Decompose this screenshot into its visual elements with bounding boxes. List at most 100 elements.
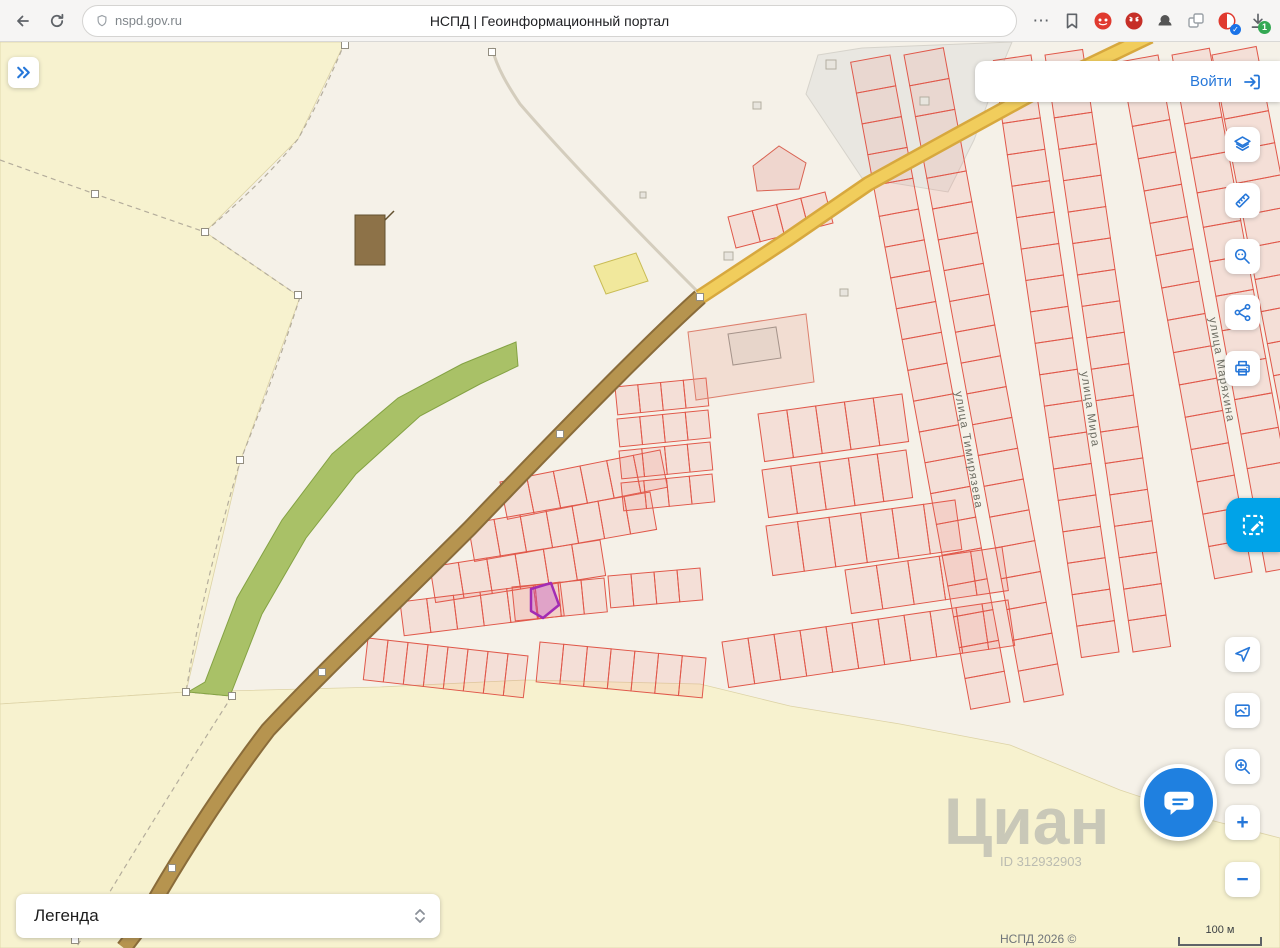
parcel (1090, 363, 1135, 402)
parcel (1109, 488, 1153, 527)
zoom-in-button[interactable]: + (1225, 805, 1260, 840)
parcel (1076, 268, 1121, 307)
download-icon[interactable]: 1 (1244, 7, 1272, 35)
parcel (641, 445, 668, 478)
measure-button[interactable] (1225, 183, 1260, 218)
parcel (426, 594, 459, 633)
parcel (616, 416, 644, 448)
parcel (1034, 337, 1078, 376)
vertex-marker (168, 864, 176, 872)
shield-icon (97, 14, 107, 26)
vertex-marker (341, 42, 349, 49)
parcel (1234, 392, 1279, 435)
check-badge: ✓ (1230, 23, 1241, 35)
parcel (1240, 426, 1280, 470)
locate-button[interactable] (1225, 637, 1260, 672)
parcel (637, 381, 664, 414)
back-icon[interactable] (8, 6, 38, 36)
parcel (1095, 394, 1139, 433)
print-button[interactable] (1225, 351, 1260, 386)
parcel (639, 413, 666, 446)
parcel (684, 409, 712, 441)
area-search-button[interactable] (1225, 749, 1260, 784)
parcel (1053, 462, 1097, 502)
parcel (1066, 557, 1111, 596)
parcel (677, 655, 707, 699)
site-info[interactable]: nspd.gov.ru (95, 13, 182, 28)
parcel (1081, 300, 1125, 339)
extension-icon-4[interactable] (1182, 7, 1210, 35)
parcel (607, 573, 635, 609)
zoom-out-button[interactable]: − (1225, 862, 1260, 897)
share-button[interactable] (1225, 295, 1260, 330)
building-brown (354, 214, 386, 266)
vertex-marker (294, 291, 302, 299)
more-icon[interactable]: ⋯ (1027, 7, 1055, 35)
extension-icon-3[interactable] (1151, 7, 1179, 35)
ruler-icon (1235, 193, 1250, 208)
sidebar-expand-button[interactable] (8, 57, 39, 88)
chat-bubble-icon (1163, 791, 1194, 815)
map-container: Циан ID 312932903 улица Тимирязева улица… (0, 42, 1280, 948)
image-icon (1235, 704, 1250, 717)
vertex-marker (696, 293, 704, 301)
screenshot-button[interactable] (1225, 693, 1260, 728)
parcel (1057, 494, 1102, 533)
address-bar[interactable]: nspd.gov.ru НСПД | Геоинформационный пор… (82, 4, 1017, 37)
parcel (654, 652, 683, 697)
parcel (676, 567, 704, 603)
double-chevron-right-icon (17, 66, 30, 79)
map-canvas[interactable]: Циан ID 312932903 улица Тимирязева улица… (0, 42, 1280, 948)
parcel (643, 477, 670, 510)
parcel (1113, 520, 1158, 559)
unfold-icon[interactable] (412, 906, 428, 926)
parcel (1071, 588, 1115, 627)
parcel (583, 646, 612, 690)
plus-icon: + (1236, 811, 1249, 834)
legend-bar[interactable]: Легенда (16, 894, 440, 938)
login-panel[interactable]: Войти (975, 61, 1280, 102)
extension-icon-5[interactable]: ✓ (1213, 7, 1241, 35)
parcel (580, 577, 608, 615)
draw-polygon-icon (1242, 514, 1264, 536)
parcel (665, 475, 693, 507)
layers-icon (1234, 136, 1251, 151)
parcel (618, 448, 646, 480)
parcel (1002, 117, 1046, 156)
parcel (620, 480, 648, 512)
parcel (1104, 457, 1149, 496)
scale-line (1178, 937, 1262, 946)
vertex-marker (318, 668, 326, 676)
page-title: НСПД | Геоинформационный портал (429, 12, 670, 29)
extension-icon-1[interactable] (1089, 7, 1117, 35)
watermark: Циан (944, 784, 1109, 858)
reload-icon[interactable] (42, 6, 72, 36)
draw-tool-button-active[interactable] (1226, 498, 1280, 552)
layers-button[interactable] (1225, 127, 1260, 162)
parcel (653, 569, 681, 605)
download-badge: 1 (1258, 20, 1271, 34)
print-icon (1235, 360, 1250, 376)
object-search-button[interactable] (1225, 239, 1260, 274)
vertex-marker (556, 430, 564, 438)
parcel (452, 591, 485, 630)
parcel (1086, 331, 1130, 370)
chat-button[interactable] (1140, 764, 1217, 841)
parcel (1043, 400, 1088, 439)
parcel (630, 650, 660, 694)
parcel (1048, 431, 1092, 470)
parcel (1100, 425, 1144, 465)
parcel (1123, 583, 1167, 622)
building (752, 101, 762, 110)
bookmark-icon[interactable] (1058, 7, 1086, 35)
parcel (1029, 305, 1074, 344)
parcel (1006, 148, 1051, 187)
parcel (1020, 242, 1064, 282)
parcel (1017, 663, 1064, 703)
share-icon (1234, 303, 1251, 322)
extension-icon-2[interactable] (1120, 7, 1148, 35)
vertex-marker (488, 48, 496, 56)
parcel (686, 441, 714, 473)
vertex-marker (182, 688, 190, 696)
parcel (1053, 111, 1098, 150)
